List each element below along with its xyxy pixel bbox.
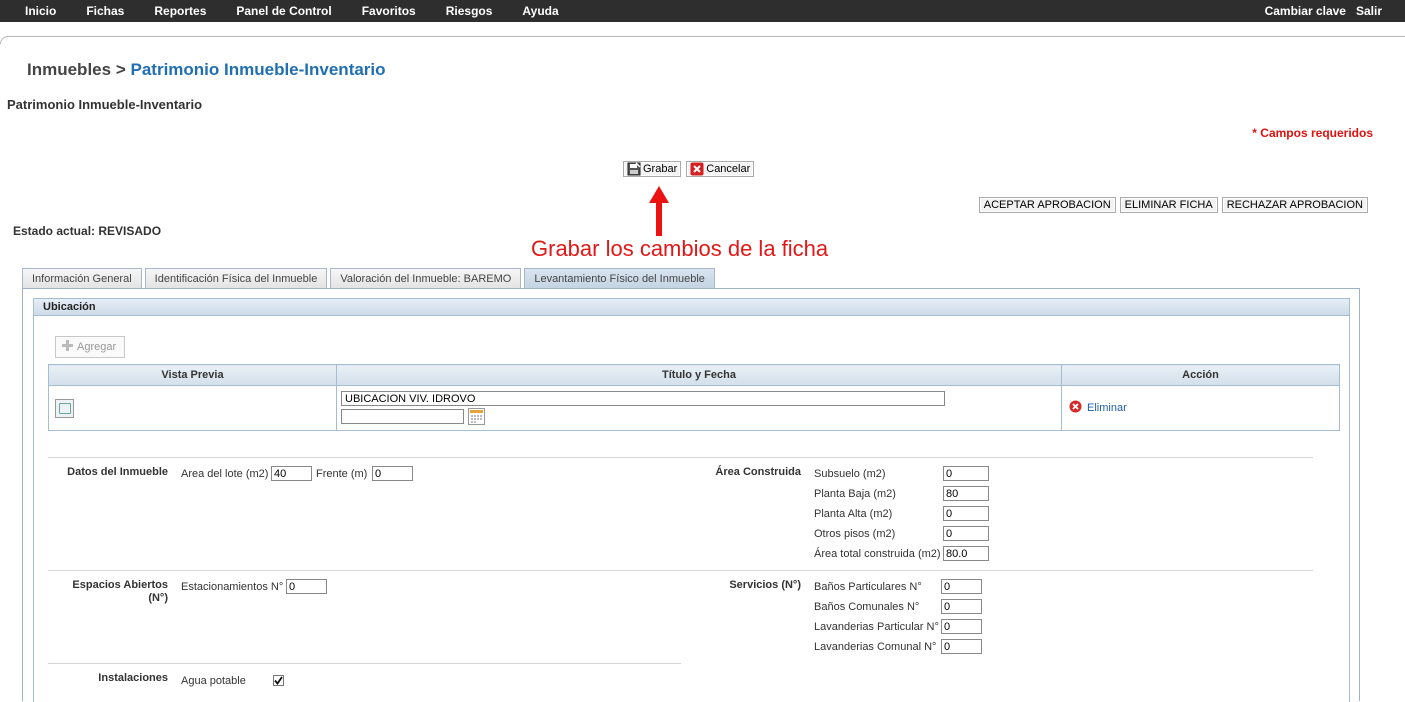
action-cell: Eliminar	[1061, 385, 1340, 431]
required-fields-note: * Campos requeridos	[1252, 126, 1373, 140]
otros-pisos-input[interactable]	[943, 526, 989, 541]
reject-approval-button[interactable]: RECHAZAR APROBACION	[1221, 197, 1368, 213]
tab-panel: Ubicación Agregar Vista Previa Título y …	[22, 288, 1360, 702]
top-navbar: Inicio Fichas Reportes Panel de Control …	[0, 0, 1405, 22]
delete-icon	[1069, 400, 1082, 416]
delete-link-label: Eliminar	[1087, 402, 1127, 414]
agua-potable-checkbox[interactable]	[273, 675, 284, 686]
breadcrumb-current: Patrimonio Inmueble-Inventario	[130, 60, 386, 79]
plus-icon	[61, 339, 74, 355]
image-date-input[interactable]	[341, 409, 464, 424]
delete-record-button[interactable]: ELIMINAR FICHA	[1119, 197, 1218, 213]
lavanderias-particular-label: Lavanderias Particular N°	[814, 621, 939, 633]
save-button[interactable]: Grabar	[623, 161, 682, 177]
accept-approval-button[interactable]: ACEPTAR APROBACION	[978, 197, 1116, 213]
delete-link[interactable]: Eliminar	[1063, 400, 1338, 416]
planta-baja-label: Planta Baja (m2)	[814, 488, 896, 500]
nav-ayuda[interactable]: Ayuda	[507, 0, 573, 22]
banos-comunales-input[interactable]	[941, 599, 982, 614]
nav-reportes[interactable]: Reportes	[139, 0, 221, 22]
agua-potable-label: Agua potable	[181, 675, 246, 687]
column-accion: Acción	[1061, 364, 1340, 386]
banos-particulares-label: Baños Particulares N°	[814, 581, 922, 593]
area-lote-label: Area del lote (m2)	[181, 468, 269, 480]
instalaciones-label: Instalaciones	[98, 672, 168, 684]
tab-valoracion-baremo[interactable]: Valoración del Inmueble: BAREMO	[330, 268, 522, 288]
lavanderias-comunal-label: Lavanderias Comunal N°	[814, 641, 937, 653]
save-icon	[627, 162, 641, 176]
banos-comunales-label: Baños Comunales N°	[814, 601, 920, 613]
annotation-text: Grabar los cambios de la ficha	[531, 236, 829, 261]
divider	[48, 457, 1313, 458]
nav-cambiar-clave[interactable]: Cambiar clave	[1260, 0, 1351, 22]
add-button[interactable]: Agregar	[55, 336, 126, 358]
cancel-icon	[690, 162, 704, 176]
frente-label: Frente (m)	[316, 468, 368, 480]
nav-favoritos[interactable]: Favoritos	[347, 0, 431, 22]
save-button-label: Grabar	[643, 163, 678, 175]
banos-particulares-input[interactable]	[941, 579, 982, 594]
subsuelo-label: Subsuelo (m2)	[814, 468, 886, 480]
tab-informacion-general[interactable]: Información General	[22, 268, 142, 288]
table-header-row: Vista Previa Título y Fecha Acción	[48, 364, 1340, 386]
planta-alta-label: Planta Alta (m2)	[814, 508, 893, 520]
nav-riesgos[interactable]: Riesgos	[431, 0, 508, 22]
image-title-input[interactable]	[341, 391, 945, 406]
breadcrumb-separator: >	[115, 60, 126, 79]
user-menu: Cambiar clave Salir	[1260, 0, 1405, 22]
lavanderias-comunal-input[interactable]	[941, 639, 982, 654]
nav-inicio[interactable]: Inicio	[10, 0, 71, 22]
column-titulo-fecha: Título y Fecha	[336, 364, 1062, 386]
image-thumbnail-icon[interactable]	[55, 398, 74, 418]
divider	[48, 663, 681, 664]
breadcrumb-parent[interactable]: Inmuebles	[27, 60, 111, 79]
content-frame	[0, 36, 1405, 44]
estacionamientos-input[interactable]	[286, 579, 327, 594]
nav-salir[interactable]: Salir	[1351, 0, 1387, 22]
add-button-label: Agregar	[77, 341, 117, 353]
breadcrumb: Inmuebles > Patrimonio Inmueble-Inventar…	[27, 60, 386, 80]
table-row: Eliminar	[48, 385, 1340, 431]
tab-identificacion-fisica[interactable]: Identificación Física del Inmueble	[144, 268, 328, 288]
divider	[48, 570, 1313, 571]
tab-bar: Información General Identificación Físic…	[22, 268, 715, 289]
subsuelo-input[interactable]	[943, 466, 989, 481]
espacios-abiertos-label: Espacios Abiertos	[72, 579, 168, 591]
cancel-button-label: Cancelar	[706, 163, 751, 175]
tab-levantamiento-fisico[interactable]: Levantamiento Físico del Inmueble	[524, 268, 715, 289]
espacios-abiertos-unit: (N°)	[148, 592, 168, 604]
area-construida-label: Área Construida	[715, 466, 801, 478]
main-menu: Inicio Fichas Reportes Panel de Control …	[0, 0, 574, 22]
nav-fichas[interactable]: Fichas	[71, 0, 139, 22]
nav-panel-de-control[interactable]: Panel de Control	[221, 0, 346, 22]
date-field	[341, 408, 1057, 425]
calendar-icon[interactable]	[468, 408, 486, 425]
preview-cell	[48, 385, 337, 431]
annotation-arrow-icon	[649, 186, 669, 236]
page-title: Patrimonio Inmueble-Inventario	[7, 97, 203, 112]
ubicacion-table: Vista Previa Título y Fecha Acción UBICA…	[48, 364, 1340, 431]
area-lote-input[interactable]	[271, 466, 312, 481]
servicios-label: Servicios (N°)	[729, 579, 801, 591]
estacionamientos-label: Estacionamientos N°	[181, 581, 284, 593]
area-total-input[interactable]	[943, 546, 989, 561]
otros-pisos-label: Otros pisos (m2)	[814, 528, 896, 540]
frente-input[interactable]	[372, 466, 413, 481]
datos-inmueble-label: Datos del Inmueble	[67, 466, 168, 478]
section-title: Ubicación	[34, 299, 1349, 316]
current-status: Estado actual: REVISADO	[13, 224, 162, 238]
lavanderias-particular-input[interactable]	[941, 619, 982, 634]
area-total-label: Área total construida (m2)	[814, 548, 941, 560]
planta-baja-input[interactable]	[943, 486, 989, 501]
approval-actions: ACEPTAR APROBACION ELIMINAR FICHA RECHAZ…	[978, 197, 1368, 213]
checkmark-icon	[274, 676, 283, 685]
form-actions: Grabar Cancelar	[623, 161, 755, 177]
column-vista-previa: Vista Previa	[48, 364, 337, 386]
cancel-button[interactable]: Cancelar	[686, 161, 755, 177]
ubicacion-section: Ubicación Agregar Vista Previa Título y …	[33, 298, 1350, 702]
planta-alta-input[interactable]	[943, 506, 989, 521]
title-date-cell	[336, 385, 1062, 431]
